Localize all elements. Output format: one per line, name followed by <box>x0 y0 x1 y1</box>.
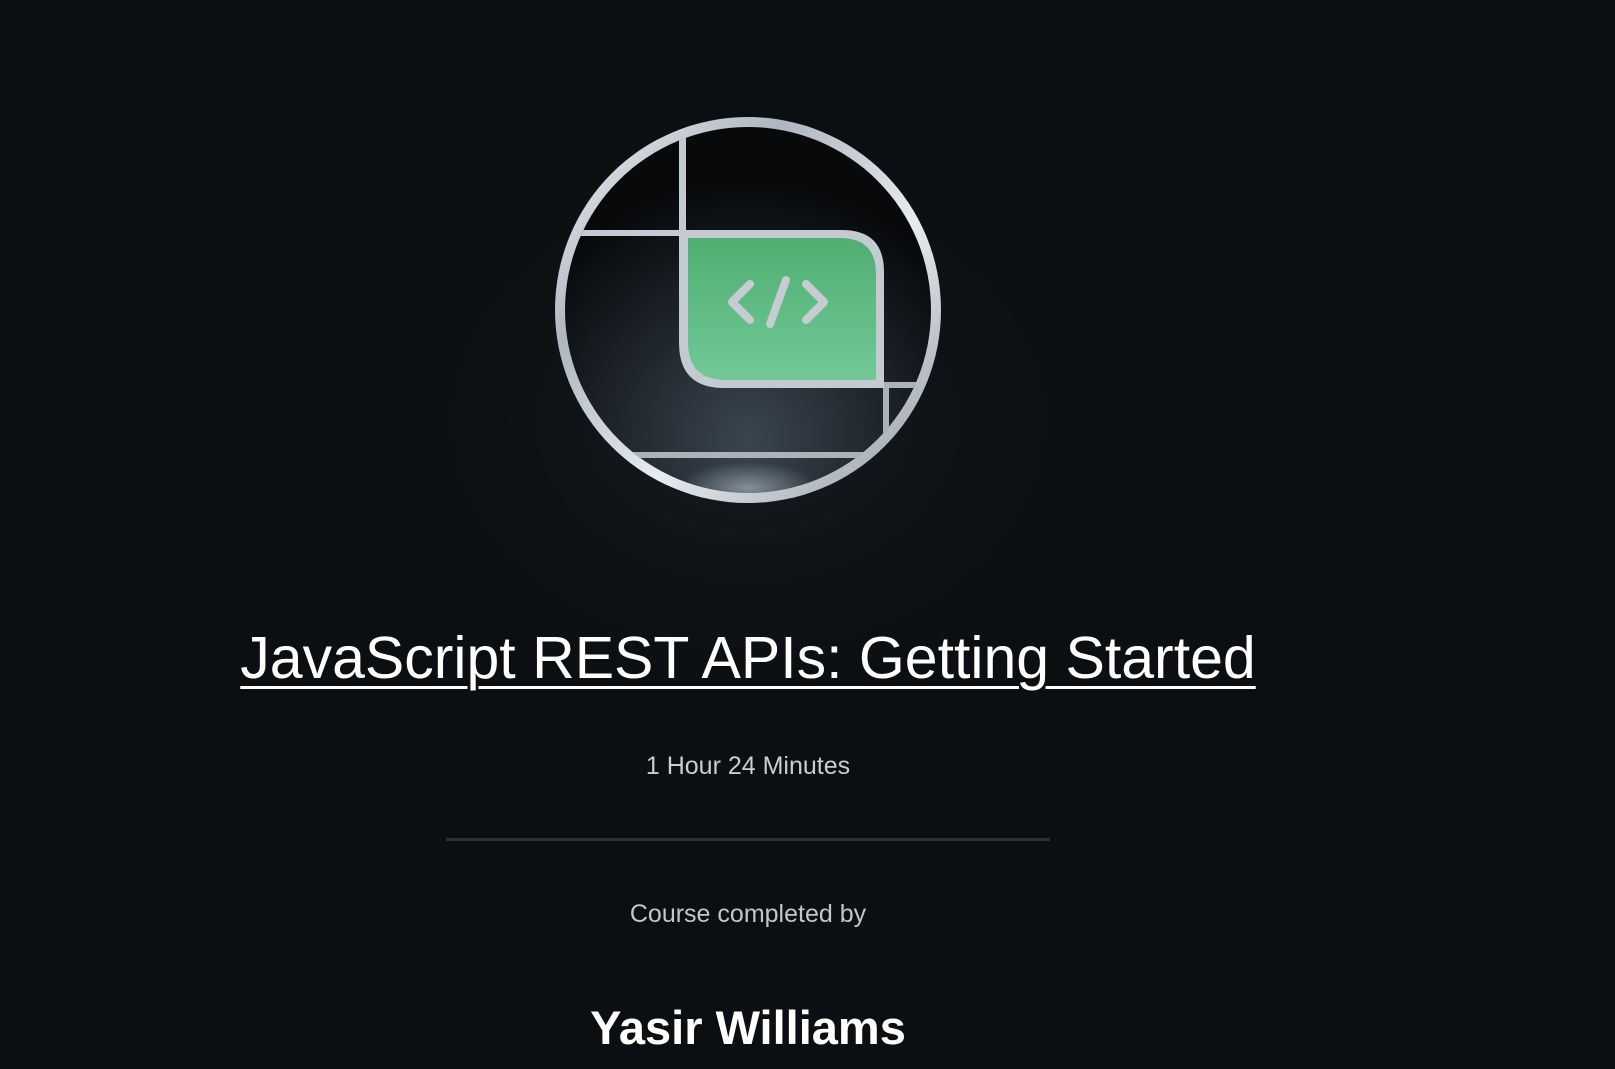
course-title-link[interactable]: JavaScript REST APIs: Getting Started <box>0 618 1496 698</box>
course-duration: 1 Hour 24 Minutes <box>645 752 851 780</box>
completed-by-label: Course completed by <box>629 900 867 928</box>
divider <box>446 838 1050 841</box>
learner-name: Yasir Williams <box>590 1001 906 1054</box>
course-badge <box>546 108 950 512</box>
course-badge-graphic <box>555 117 941 503</box>
